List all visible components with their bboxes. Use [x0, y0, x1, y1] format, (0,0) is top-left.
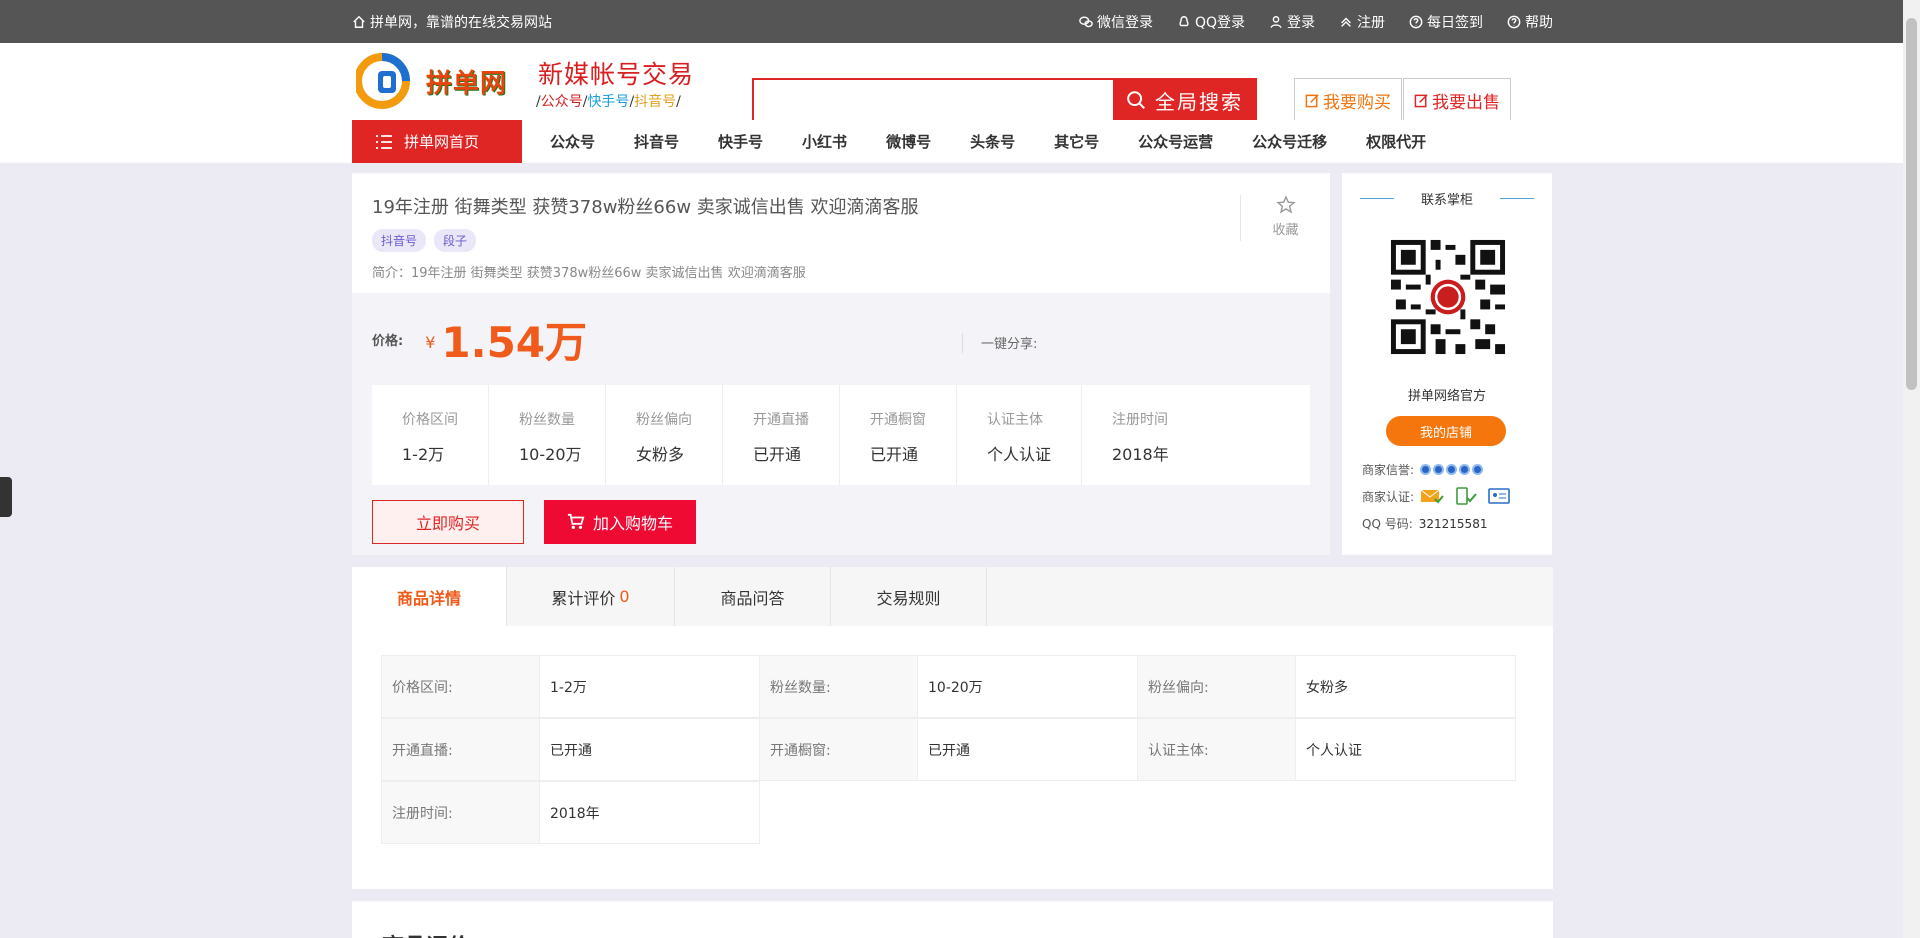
star-icon: [1275, 195, 1296, 214]
logo-mark-icon: [356, 53, 410, 109]
edit-icon: [1305, 93, 1319, 107]
price-currency: ¥: [425, 332, 436, 352]
register-link[interactable]: 注册: [1339, 12, 1385, 32]
nav-item[interactable]: 头条号: [970, 131, 1015, 152]
favorite-button[interactable]: 收藏: [1240, 195, 1330, 241]
detail-table: 价格区间: 1-2万 粉丝数量: 10-20万 粉丝偏向: 女粉多 开通直播: 已开通 …: [381, 655, 1520, 845]
add-to-cart-button[interactable]: 加入购物车: [544, 500, 696, 544]
attribute-item: 价格区间 1-2万: [372, 385, 489, 485]
table-row: 注册时间: 2018年: [381, 781, 1520, 845]
product-title: 19年注册 街舞类型 获赞378w粉丝66w 卖家诚信出售 欢迎滴滴客服: [372, 197, 919, 218]
scrollbar[interactable]: [1903, 0, 1920, 938]
logo-text: 拼单网: [426, 69, 508, 99]
product-card: 19年注册 街舞类型 获赞378w粉丝66w 卖家诚信出售 欢迎滴滴客服 抖音号…: [352, 173, 1330, 555]
menu-icon: [376, 134, 392, 149]
search-input[interactable]: [754, 80, 1113, 120]
want-sell-button[interactable]: 我要出售: [1403, 78, 1511, 122]
wechat-icon: [1079, 15, 1093, 27]
attribute-item: 开通直播 已开通: [723, 385, 840, 485]
nav-item[interactable]: 微博号: [886, 131, 931, 152]
seller-qq-value[interactable]: 321215581: [1419, 517, 1488, 531]
welcome-text: 拼单网，靠谱的在线交易网站: [352, 12, 552, 32]
price-label: 价格:: [372, 333, 404, 349]
seller-card: 联系掌柜 拼单网络官方 我的店铺 商家信誉: 商家认证: QQ 号码: 3212…: [1342, 173, 1552, 555]
attribute-item: 开通橱窗 已开通: [840, 385, 957, 485]
tab-qa[interactable]: 商品问答: [675, 567, 831, 626]
wechat-login-link[interactable]: 微信登录: [1079, 12, 1153, 32]
help-icon: [1507, 15, 1521, 28]
login-link[interactable]: 登录: [1269, 12, 1315, 32]
logo-slogan: 新媒帐号交易: [538, 60, 695, 89]
site-logo[interactable]: 拼单网 新媒帐号交易 /公众号/快手号/抖音号/: [354, 49, 714, 113]
tab-trade-rules[interactable]: 交易规则: [831, 567, 987, 626]
qr-code-icon: [1386, 235, 1510, 359]
price-value: 1.54万: [441, 317, 588, 367]
attribute-item: 粉丝偏向 女粉多: [606, 385, 723, 485]
nav-item[interactable]: 其它号: [1054, 131, 1099, 152]
product-tag[interactable]: 段子: [434, 229, 477, 252]
nav-item[interactable]: 快手号: [718, 131, 763, 152]
want-buy-button[interactable]: 我要购买: [1294, 78, 1402, 122]
detail-tabs: 商品详情 累计评价 0 商品问答 交易规则: [352, 567, 1553, 626]
nav-item[interactable]: 抖音号: [634, 131, 679, 152]
search-icon: [1127, 91, 1145, 109]
email-cert-icon: [1420, 489, 1444, 504]
tab-reviews[interactable]: 累计评价 0: [507, 567, 675, 626]
seller-heading: 联系掌柜: [1342, 173, 1552, 223]
buy-now-button[interactable]: 立即购买: [372, 500, 524, 544]
detail-section: 商品详情 累计评价 0 商品问答 交易规则 价格区间: 1-2万 粉丝数量: 10-2…: [352, 567, 1553, 889]
side-drag-handle[interactable]: [0, 477, 12, 517]
nav-item[interactable]: 公众号迁移: [1252, 131, 1327, 152]
top-bar: 拼单网，靠谱的在线交易网站 微信登录 QQ登录 登录 注册 每日签到 帮助: [0, 0, 1920, 43]
product-tag[interactable]: 抖音号: [372, 229, 427, 252]
attribute-item: 注册时间 2018年: [1112, 412, 1169, 464]
attribute-item: 认证主体 个人认证: [957, 385, 1082, 485]
nav-item[interactable]: 小红书: [802, 131, 847, 152]
seller-qq: QQ 号码: 321215581: [1362, 516, 1488, 532]
id-cert-icon: [1488, 488, 1510, 504]
credit-crown-icon: [1420, 464, 1484, 475]
chevron-up-icon: [1341, 17, 1351, 27]
logo-subtitle: /公众号/快手号/抖音号/: [536, 94, 681, 110]
review-section: 商品评价: [352, 901, 1553, 938]
seller-certification: 商家认证:: [1362, 487, 1512, 505]
main-nav: 拼单网首页 公众号 抖音号 快手号 小红书 微博号 头条号 其它号 公众号运营 …: [352, 120, 1553, 163]
nav-item[interactable]: 权限代开: [1366, 131, 1426, 152]
phone-cert-icon: [1456, 487, 1477, 505]
product-intro: 简介：19年注册 街舞类型 获赞378w粉丝66w 卖家诚信出售 欢迎滴滴客服: [372, 266, 806, 281]
tab-product-details[interactable]: 商品详情: [352, 567, 507, 626]
review-heading: 商品评价: [352, 901, 1553, 938]
nav-item[interactable]: 公众号运营: [1138, 131, 1213, 152]
scrollbar-thumb[interactable]: [1906, 18, 1917, 390]
attribute-item: 粉丝数量 10-20万: [489, 385, 606, 485]
question-circle-icon: [1409, 15, 1423, 28]
qq-login-link[interactable]: QQ登录: [1177, 12, 1245, 32]
user-icon: [1270, 15, 1282, 28]
nav-item[interactable]: 公众号: [550, 131, 595, 152]
table-row: 开通直播: 已开通 开通橱窗: 已开通 认证主体: 个人认证: [381, 718, 1520, 782]
home-icon: [353, 15, 365, 28]
product-attributes: 价格区间 1-2万 粉丝数量 10-20万 粉丝偏向 女粉多 开通直播 已开通 开通橱窗…: [372, 385, 1310, 485]
edit-icon: [1414, 93, 1428, 107]
nav-home[interactable]: 拼单网首页: [352, 120, 522, 163]
table-row: 价格区间: 1-2万 粉丝数量: 10-20万 粉丝偏向: 女粉多: [381, 655, 1520, 719]
seller-credit: 商家信誉:: [1362, 461, 1484, 478]
share-label[interactable]: 一键分享:: [962, 333, 1037, 353]
qq-icon: [1179, 15, 1189, 26]
seller-name: 拼单网络官方: [1407, 389, 1486, 404]
cart-icon: [567, 513, 585, 530]
search-box: 全局搜索: [752, 78, 1257, 122]
checkin-link[interactable]: 每日签到: [1409, 12, 1483, 32]
global-search-button[interactable]: 全局搜索: [1113, 80, 1255, 120]
help-link[interactable]: 帮助: [1507, 12, 1553, 32]
my-shop-button[interactable]: 我的店铺: [1386, 416, 1506, 446]
